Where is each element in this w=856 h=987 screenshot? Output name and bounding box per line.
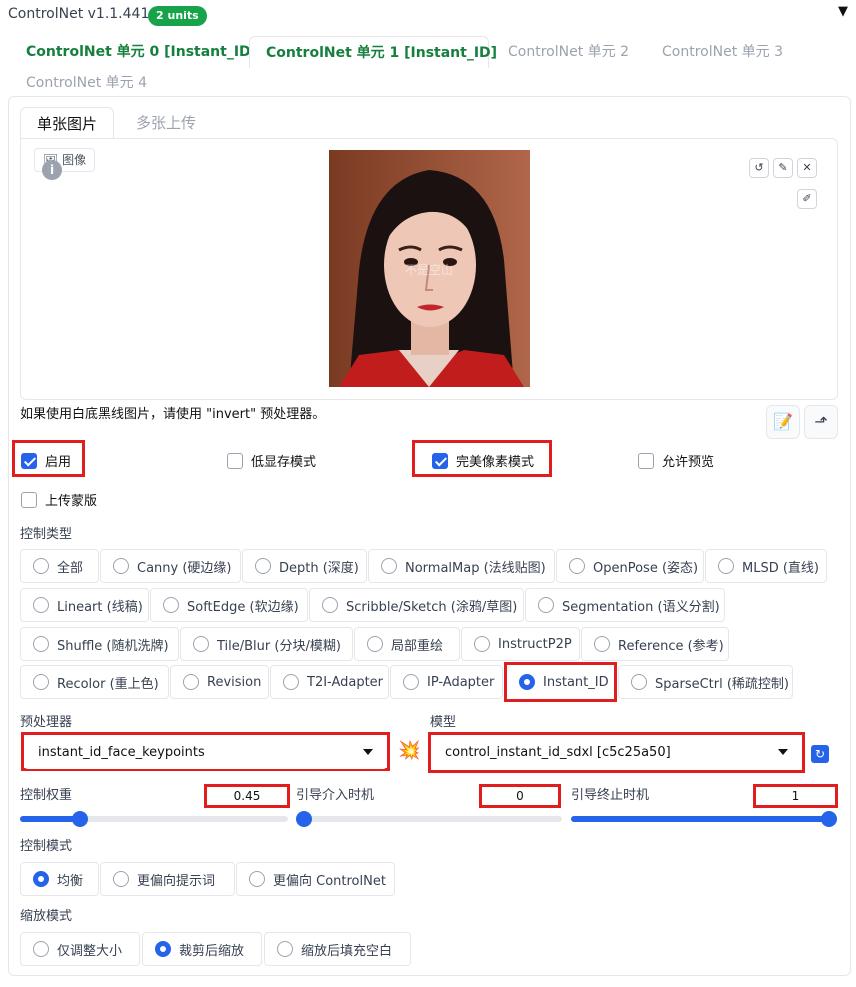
control-mode-label: 控制模式: [20, 839, 73, 854]
low-vram-checkbox[interactable]: 低显存模式: [227, 451, 316, 470]
edit-notes-icon[interactable]: 📝: [766, 405, 800, 439]
resize-mode-crop[interactable]: 裁剪后缩放: [142, 932, 262, 966]
enable-checkbox[interactable]: 启用: [21, 451, 71, 470]
resize-mode-fill[interactable]: 缩放后填充空白: [264, 932, 411, 966]
send-dimensions-icon[interactable]: ⬏: [804, 405, 838, 439]
tab-single-image[interactable]: 单张图片: [20, 107, 115, 139]
control-type-option[interactable]: SoftEdge (软边缘): [150, 588, 308, 622]
undo-icon[interactable]: ↺: [749, 158, 769, 178]
control-type-option[interactable]: 局部重绘: [354, 627, 460, 661]
control-type-option[interactable]: MLSD (直线): [705, 549, 827, 583]
chevron-down-icon: [778, 749, 788, 755]
control-type-option[interactable]: InstructP2P: [461, 627, 580, 661]
weight-label: 控制权重: [20, 788, 73, 803]
tab-batch-upload[interactable]: 多张上传: [120, 107, 212, 139]
control-type-option[interactable]: SparseCtrl (稀疏控制): [618, 665, 793, 699]
info-icon[interactable]: i: [42, 160, 62, 180]
pixel-perfect-checkbox[interactable]: 完美像素模式: [432, 451, 534, 470]
checkbox-box[interactable]: [432, 452, 448, 469]
control-type-option[interactable]: Canny (硬边缘): [100, 549, 241, 583]
slider-thumb[interactable]: [296, 811, 312, 827]
refresh-icon[interactable]: ↻: [811, 745, 829, 763]
reference-portrait-image: 不是空山: [329, 150, 530, 387]
control-type-option[interactable]: Recolor (重上色): [20, 665, 169, 699]
weight-input[interactable]: 0.45: [207, 787, 287, 805]
checkbox-box[interactable]: [227, 452, 243, 469]
control-type-option[interactable]: OpenPose (姿态): [556, 549, 704, 583]
allow-preview-checkbox[interactable]: 允许预览: [638, 451, 714, 470]
accordion-title[interactable]: ControlNet v1.1.441: [8, 6, 149, 22]
control-type-option[interactable]: Lineart (线稿): [20, 588, 149, 622]
control-mode-balanced[interactable]: 均衡: [20, 862, 99, 896]
resize-mode-label: 缩放模式: [20, 909, 73, 924]
control-type-option[interactable]: NormalMap (法线贴图): [368, 549, 555, 583]
checkbox-box[interactable]: [638, 452, 654, 469]
tab-unit-4[interactable]: ControlNet 单元 4: [18, 67, 155, 99]
resize-mode-just-resize[interactable]: 仅调整大小: [20, 932, 140, 966]
tab-unit-3[interactable]: ControlNet 单元 3: [654, 36, 791, 68]
eraser-icon[interactable]: ✎: [773, 158, 793, 178]
start-label: 引导介入时机: [296, 788, 375, 803]
tab-unit-1[interactable]: ControlNet 单元 1 [Instant_ID]: [249, 36, 497, 68]
invert-hint: 如果使用白底黑线图片，请使用 "invert" 预处理器。: [20, 407, 326, 422]
tab-unit-2[interactable]: ControlNet 单元 2: [500, 36, 637, 68]
control-type-label: 控制类型: [20, 527, 73, 542]
preprocessor-label: 预处理器: [20, 715, 73, 730]
control-mode-controlnet[interactable]: 更偏向 ControlNet: [236, 862, 395, 896]
control-type-option[interactable]: Tile/Blur (分块/模糊): [180, 627, 353, 661]
control-type-option-instant-id[interactable]: Instant_ID: [507, 665, 614, 699]
start-input[interactable]: 0: [482, 787, 558, 805]
control-type-option[interactable]: Scribble/Sketch (涂鸦/草图): [309, 588, 524, 622]
collapse-arrow-icon[interactable]: ▼: [838, 4, 848, 19]
tab-unit-0[interactable]: ControlNet 单元 0 [Instant_ID]: [18, 36, 265, 68]
brush-icon[interactable]: ✐: [797, 189, 817, 209]
slider-thumb[interactable]: [821, 811, 837, 827]
control-type-option[interactable]: Revision: [170, 665, 269, 699]
model-label: 模型: [430, 715, 457, 730]
weight-slider[interactable]: [20, 811, 288, 827]
control-type-option[interactable]: Reference (参考): [581, 627, 729, 661]
control-type-option[interactable]: Depth (深度): [242, 549, 367, 583]
start-slider[interactable]: [296, 811, 562, 827]
control-type-option[interactable]: 全部: [20, 549, 99, 583]
control-type-option[interactable]: Shuffle (随机洗牌): [20, 627, 179, 661]
control-type-option[interactable]: T2I-Adapter: [270, 665, 389, 699]
checkbox-box[interactable]: [21, 491, 37, 508]
upload-mask-checkbox[interactable]: 上传蒙版: [21, 490, 97, 509]
end-label: 引导终止时机: [571, 788, 650, 803]
control-type-option[interactable]: IP-Adapter: [390, 665, 503, 699]
watermark-text: 不是空山: [405, 263, 453, 277]
control-mode-prompt[interactable]: 更偏向提示词: [100, 862, 235, 896]
control-type-option[interactable]: Segmentation (语义分割): [525, 588, 725, 622]
units-badge: 2 units: [148, 6, 207, 26]
end-slider[interactable]: [571, 811, 837, 827]
end-input[interactable]: 1: [756, 787, 835, 805]
chevron-down-icon: [363, 749, 373, 755]
model-select[interactable]: control_instant_id_sdxl [c5c25a50]: [431, 735, 802, 769]
preprocessor-select[interactable]: instant_id_face_keypoints: [24, 735, 387, 769]
close-icon[interactable]: ✕: [797, 158, 817, 178]
checkbox-box[interactable]: [21, 452, 37, 469]
run-preprocessor-icon[interactable]: 💥: [398, 740, 420, 761]
